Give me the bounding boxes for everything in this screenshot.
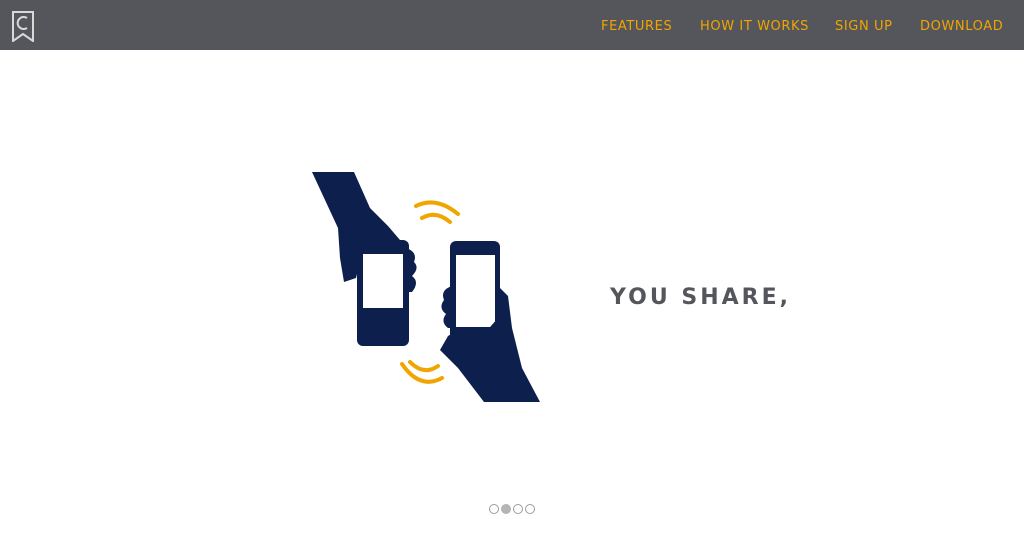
nav-download[interactable]: DOWNLOAD	[920, 19, 1003, 35]
nav-how-it-works[interactable]: HOW IT WORKS	[700, 19, 809, 35]
carousel-dot-1[interactable]	[489, 504, 499, 514]
carousel-dot-2[interactable]	[501, 504, 511, 514]
bookmark-c-logo-icon[interactable]	[12, 11, 34, 43]
nav-sign-up[interactable]: SIGN UP	[835, 19, 893, 35]
top-nav-bar: FEATURES HOW IT WORKS SIGN UP DOWNLOAD	[0, 0, 1024, 50]
hands-sharing-phones-icon	[308, 168, 548, 406]
carousel-dot-3[interactable]	[513, 504, 523, 514]
nav-features[interactable]: FEATURES	[601, 19, 672, 35]
hero-tagline: YOU SHARE,	[610, 285, 791, 310]
carousel-dot-4[interactable]	[525, 504, 535, 514]
